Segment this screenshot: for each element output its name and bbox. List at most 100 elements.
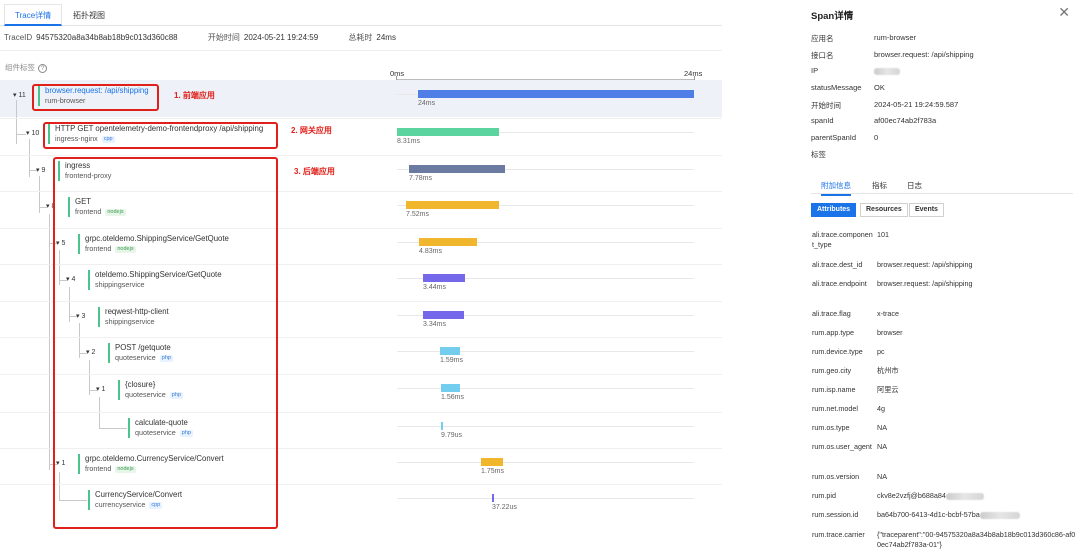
component-tags-label[interactable]: 组件标签? (5, 62, 47, 73)
field-value: 2024-05-21 19:24:59.587 (874, 100, 959, 109)
span-duration-bar[interactable] (423, 311, 464, 319)
attribute-key: rum.app.type (812, 328, 854, 337)
trace-id-label: TraceID (4, 33, 33, 42)
detail-tabs: 附加信息 指标 日志 (811, 176, 1073, 196)
total-duration: 24ms (376, 33, 396, 42)
span-duration-bar[interactable] (423, 274, 465, 282)
field-value: rum-browser (874, 33, 917, 42)
tab-trace-detail[interactable]: Trace详情 (4, 4, 63, 26)
field-value: 0 (874, 133, 879, 142)
span-duration: 1.75ms (481, 468, 504, 475)
start-time: 2024-05-21 19:24:59 (243, 33, 319, 42)
attribute-key: ali.trace.endpoint (812, 279, 867, 288)
tab-metrics[interactable]: 指标 (872, 180, 887, 191)
attribute-key: ali.trace.flag (812, 309, 851, 318)
start-time-label: 开始时间 (207, 33, 240, 42)
attribute-key: rum.os.version (812, 472, 860, 481)
attribute-value: ckv8e2vzfj@b688a84 (877, 491, 1077, 501)
attribute-key: rum.geo.city (812, 366, 852, 375)
bar-track (397, 462, 694, 463)
field-key: spanId (811, 116, 834, 125)
span-duration-bar[interactable] (406, 201, 499, 209)
field-key: 标签 (811, 150, 826, 159)
attribute-key: rum.os.user_agent (812, 442, 872, 451)
span-detail-panel: Span详情 ✕ 应用名 rum-browser 接口名 browser.reques… (800, 0, 1080, 560)
attribute-key: rum.isp.name (812, 385, 856, 394)
field-key: IP (811, 66, 819, 75)
attribute-key: rum.os.type (812, 423, 850, 432)
segment-events[interactable]: Events (909, 203, 944, 217)
trace-detail-pane: Trace详情 拓扑视图 TraceID 94575320a8a34b8ab18b… (0, 0, 722, 560)
help-icon[interactable]: ? (38, 63, 47, 73)
span-duration-bar[interactable] (409, 165, 505, 173)
span-duration-bar[interactable] (419, 238, 477, 246)
tab-logs[interactable]: 日志 (907, 180, 922, 191)
backend-highlight-box (53, 157, 278, 529)
redacted-value (874, 67, 900, 75)
attribute-key: rum.net.model (812, 404, 858, 413)
close-icon[interactable]: ✕ (1058, 4, 1070, 21)
field-key: statusMessage (811, 83, 862, 92)
field-key: parentSpanId (811, 133, 857, 142)
trace-id: 94575320a8a34b8ab18b9c013d360c88 (36, 33, 178, 42)
tree-connector (16, 134, 26, 135)
span-duration-bar[interactable] (492, 494, 494, 502)
attribute-key: rum.device.type (812, 347, 863, 356)
segment-attributes[interactable]: Attributes (811, 203, 857, 217)
field-value: af00ec74ab2f783a (874, 116, 937, 125)
attribute-value: 阿里云 (877, 385, 899, 394)
row-separator (0, 118, 722, 119)
field-key: 接口名 (811, 51, 834, 60)
span-duration-bar[interactable] (441, 422, 443, 430)
expand-toggle[interactable]: ▾ 11 (13, 91, 26, 99)
gateway-highlight-box (43, 122, 278, 149)
span-duration: 7.78ms (409, 175, 432, 182)
annotation-gateway: 2. 网关应用 (291, 126, 332, 135)
attribute-value: browser.request: /api/shipping (877, 279, 973, 288)
attribute-value: 杭州市 (877, 366, 899, 375)
attribute-value: browser.request: /api/shipping (877, 260, 973, 269)
span-duration: 1.59ms (440, 357, 463, 364)
attribute-value: 4g (877, 404, 885, 413)
attribute-value: ba64b700-6413-4d1c-bcbf-57ba (877, 510, 1077, 520)
field-value: OK (874, 83, 885, 92)
tree-connector (16, 100, 17, 144)
divider (0, 50, 722, 51)
attribute-value: NA (877, 423, 887, 432)
segment-resources[interactable]: Resources (860, 203, 908, 217)
attribute-value: pc (877, 347, 885, 356)
span-duration: 4.83ms (419, 248, 442, 255)
redacted-value (979, 511, 1020, 519)
total-duration-label: 总耗时 (348, 33, 373, 42)
attribute-value: NA (877, 442, 887, 451)
span-duration: 7.52ms (406, 211, 429, 218)
expand-toggle[interactable]: ▾ 10 (26, 129, 39, 137)
attribute-value: x-trace (877, 309, 899, 318)
tree-connector (49, 214, 50, 470)
redacted-value (945, 492, 984, 500)
span-duration: 1.56ms (441, 394, 464, 401)
field-key: 开始时间 (811, 101, 841, 110)
annotation-frontend: 1. 前端应用 (174, 91, 215, 100)
span-duration-bar[interactable] (397, 128, 499, 136)
frontend-highlight-box (32, 84, 159, 111)
tab-topology[interactable]: 拓扑视图 (62, 4, 116, 26)
field-value: browser.request: /api/shipping (874, 50, 974, 59)
attribute-key: rum.trace.carrier (812, 530, 865, 539)
tree-connector (29, 139, 30, 177)
span-duration-bar[interactable] (440, 347, 460, 355)
expand-toggle[interactable]: ▾ 9 (36, 166, 45, 174)
span-duration-bar[interactable] (418, 90, 694, 98)
attribute-value: {"traceparent":"00-94575320a8a34b8ab18b9… (877, 530, 1076, 549)
tab-extra-info[interactable]: 附加信息 (821, 180, 851, 196)
trace-meta: TraceID 94575320a8a34b8ab18b9c013d360c88 … (4, 30, 424, 46)
attribute-value: 101 (877, 230, 889, 239)
field-key: 应用名 (811, 34, 834, 43)
span-duration-bar[interactable] (481, 458, 503, 466)
span-duration: 3.34ms (423, 321, 446, 328)
panel-title: Span详情 (811, 11, 854, 22)
span-duration: 3.44ms (423, 284, 446, 291)
attribute-value: NA (877, 472, 887, 481)
span-duration: 8.31ms (397, 138, 420, 145)
span-duration-bar[interactable] (441, 384, 460, 392)
